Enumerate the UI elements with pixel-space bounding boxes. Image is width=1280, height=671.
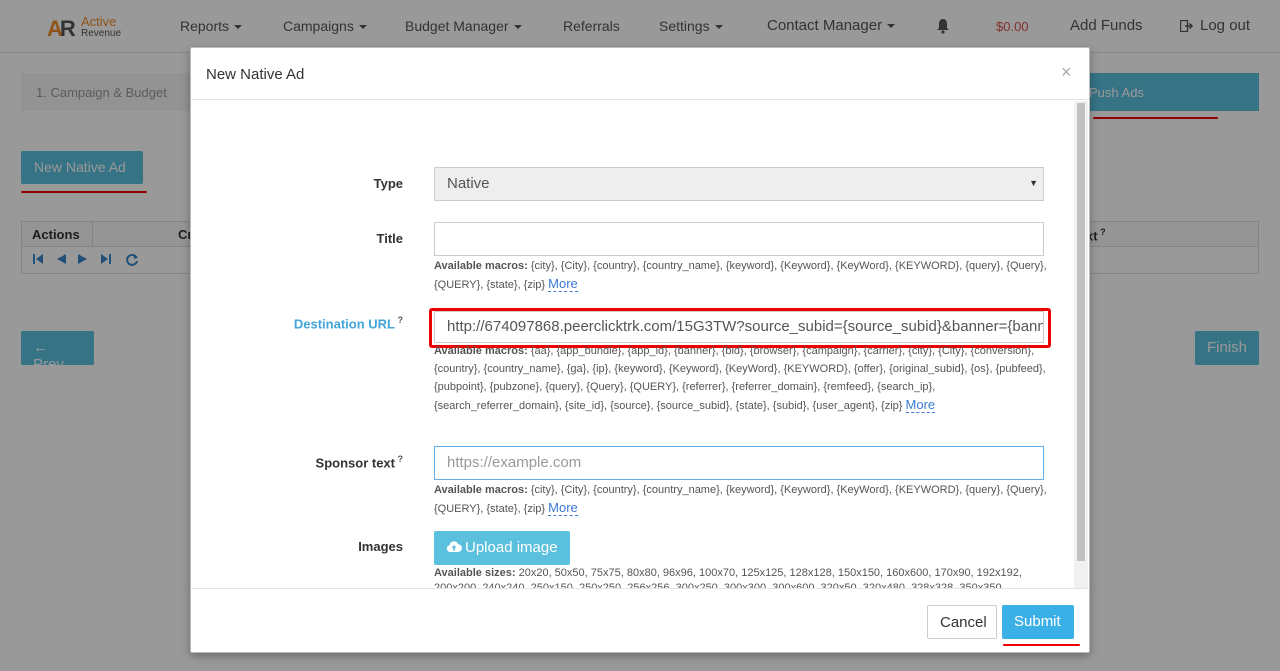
- modal-body: Type Native ▼ Title Available macros: {c…: [191, 101, 1089, 588]
- cancel-button[interactable]: Cancel: [927, 605, 997, 639]
- image-sizes-list: 20x20, 50x50, 75x75, 80x80, 96x96, 100x7…: [434, 567, 1022, 588]
- type-select[interactable]: Native ▼: [434, 167, 1044, 201]
- title-input[interactable]: [434, 222, 1044, 256]
- destination-url-label: Destination URL ?: [293, 315, 403, 332]
- submit-button[interactable]: Submit: [1002, 605, 1074, 639]
- title-label: Title: [376, 231, 404, 246]
- modal-title: New Native Ad: [206, 66, 305, 83]
- sponsor-macros-more-link[interactable]: More: [548, 500, 578, 516]
- modal-scrollbar[interactable]: [1074, 101, 1088, 588]
- cloud-upload-icon: [446, 541, 463, 553]
- destination-macros-label: Available macros:: [434, 345, 528, 357]
- select-arrow-icon: ▼: [1029, 178, 1038, 188]
- close-icon[interactable]: ×: [1061, 62, 1072, 83]
- type-label: Type: [373, 176, 403, 191]
- title-macros-more-link[interactable]: More: [548, 276, 578, 292]
- image-sizes-label: Available sizes:: [434, 567, 516, 579]
- destination-macros-more-link[interactable]: More: [905, 397, 936, 413]
- sponsor-macros-help: Available macros: {city}, {City}, {count…: [434, 481, 1049, 518]
- images-label: Images: [358, 539, 403, 554]
- upload-image-label: Upload image: [465, 539, 558, 556]
- modal-header: New Native Ad ×: [191, 48, 1089, 100]
- title-macros-help: Available macros: {city}, {City}, {count…: [434, 257, 1049, 294]
- new-native-ad-modal: New Native Ad × Type Native ▼ Title Avai…: [190, 47, 1090, 653]
- title-macros-label: Available macros:: [434, 260, 528, 272]
- sponsor-text-label-text: Sponsor text: [315, 455, 395, 471]
- type-select-value: Native: [447, 175, 490, 192]
- sponsor-text-input[interactable]: https://example.com: [434, 446, 1044, 480]
- sponsor-text-label: Sponsor text ?: [315, 454, 403, 471]
- upload-image-button[interactable]: Upload image: [434, 531, 570, 565]
- modal-scroll-thumb[interactable]: [1077, 103, 1085, 561]
- modal-footer: Cancel Submit: [191, 588, 1089, 652]
- image-sizes-help: Available sizes: 20x20, 50x50, 75x75, 80…: [434, 566, 1049, 588]
- destination-macros-help: Available macros: {aa}, {app_bundle}, {a…: [434, 342, 1049, 415]
- destination-url-label-text: Destination URL: [293, 316, 395, 332]
- sponsor-macros-label: Available macros:: [434, 484, 528, 496]
- highlight-underline-submit: [1003, 644, 1080, 646]
